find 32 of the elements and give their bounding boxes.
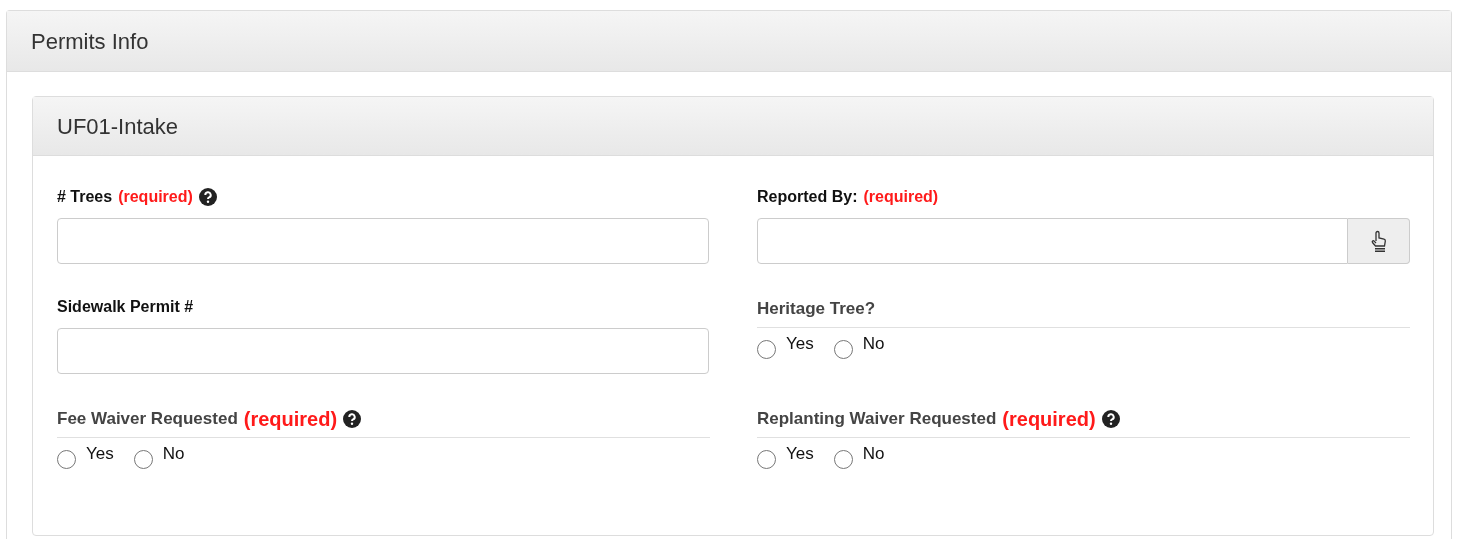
field-label: Sidewalk Permit # — [57, 297, 194, 317]
text-field[interactable] — [757, 218, 1348, 264]
radio-label: Yes — [786, 333, 814, 355]
radio-button[interactable] — [133, 450, 153, 469]
panel-title: Permits Info — [31, 27, 149, 56]
section-title: UF01-Intake — [57, 112, 179, 141]
radio-label: No — [862, 443, 885, 465]
field-label: Reported By: — [757, 187, 858, 207]
field-label: Fee Waiver Requested — [57, 408, 238, 431]
required-label: (required) — [1002, 407, 1096, 432]
field-label: # Trees — [57, 187, 113, 207]
radio-label: No — [862, 333, 885, 355]
help-icon[interactable] — [343, 410, 362, 428]
text-field[interactable] — [57, 218, 709, 264]
radio-button[interactable] — [833, 450, 853, 469]
field-label: Replanting Waiver Requested — [757, 408, 997, 431]
required-label: (required) — [863, 187, 939, 207]
radio-label: No — [162, 443, 185, 465]
radio-label: Yes — [786, 443, 814, 465]
help-icon[interactable] — [198, 188, 217, 206]
pointing-hand-icon — [1369, 230, 1388, 252]
picker-button[interactable] — [1348, 218, 1410, 264]
radio-button[interactable] — [757, 340, 776, 359]
text-field[interactable] — [57, 328, 709, 374]
radio-label: Yes — [86, 443, 114, 465]
field-label: Heritage Tree? — [757, 298, 876, 321]
radio-button[interactable] — [833, 340, 853, 359]
required-label: (required) — [243, 407, 338, 432]
help-icon[interactable] — [1101, 410, 1120, 428]
required-label: (required) — [118, 187, 193, 207]
radio-button[interactable] — [57, 450, 76, 469]
radio-button[interactable] — [757, 450, 776, 469]
